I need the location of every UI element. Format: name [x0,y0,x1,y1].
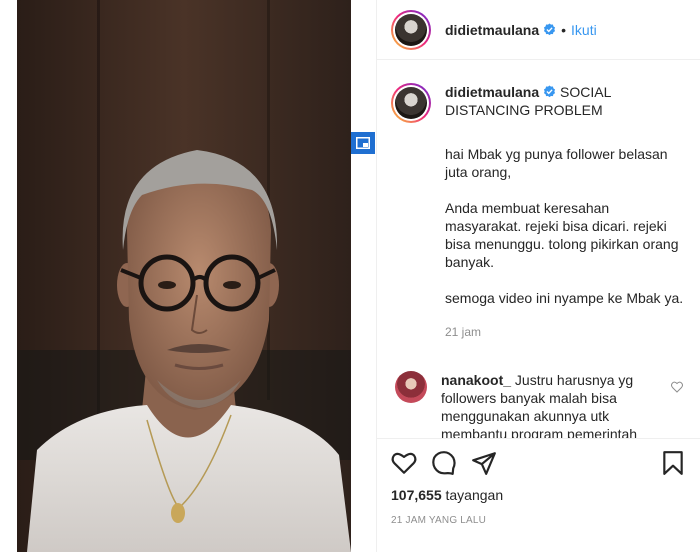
view-count-number: 107,655 [391,487,442,503]
comment-like-heart-icon[interactable] [671,381,683,393]
post-actions: 107,655 tayangan 21 JAM YANG LALU [377,438,700,526]
heart-icon[interactable] [391,450,417,476]
comment-body: nanakoot_ Justru harusnya yg followers b… [441,371,663,438]
media-area [0,0,376,552]
header-avatar[interactable] [391,9,431,50]
caption-paragraph: Anda membuat keresahan masyarakat. rejek… [445,200,679,270]
header-separator: • [561,21,567,38]
caption-timestamp[interactable]: 21 jam [445,323,685,341]
caption: didietmaulana SOCIAL DISTANCING PROBLEM … [391,61,686,341]
verified-badge-icon [544,23,556,36]
caption-paragraph: hai Mbak yg punya follower belasan juta … [445,146,668,180]
view-count-label: tayangan [445,487,504,503]
caption-title-line: didietmaulana SOCIAL DISTANCING PROBLEM [445,83,685,119]
caption-body: didietmaulana SOCIAL DISTANCING PROBLEM … [445,83,685,341]
post-header: didietmaulana • Ikuti [377,0,700,60]
bookmark-icon[interactable] [660,450,686,476]
commenter-username[interactable]: nanakoot_ [441,372,511,388]
header-username[interactable]: didietmaulana [445,22,539,38]
caption-paragraph: semoga video ini nyampe ke Mbak ya. [445,290,684,306]
caption-avatar[interactable] [391,83,431,123]
caption-username[interactable]: didietmaulana [445,84,539,100]
comment-bubble-icon[interactable] [431,450,457,476]
video-frame [17,0,351,552]
paper-plane-icon[interactable] [471,450,497,476]
post-date[interactable]: 21 JAM YANG LALU [391,515,686,526]
action-icons-row [391,439,686,487]
view-count: 107,655 tayangan [391,487,686,503]
comments-section[interactable]: didietmaulana SOCIAL DISTANCING PROBLEM … [377,61,700,438]
post-side-panel: didietmaulana • Ikuti didietmaulana SOCI… [376,0,700,552]
verified-badge-icon [544,85,556,98]
comment-item: nanakoot_ Justru harusnya yg followers b… [391,341,686,438]
commenter-avatar[interactable] [395,371,427,403]
follow-button[interactable]: Ikuti [571,22,597,38]
picture-in-picture-icon [356,137,370,149]
video-player[interactable] [17,0,351,552]
picture-in-picture-button[interactable] [351,132,375,154]
